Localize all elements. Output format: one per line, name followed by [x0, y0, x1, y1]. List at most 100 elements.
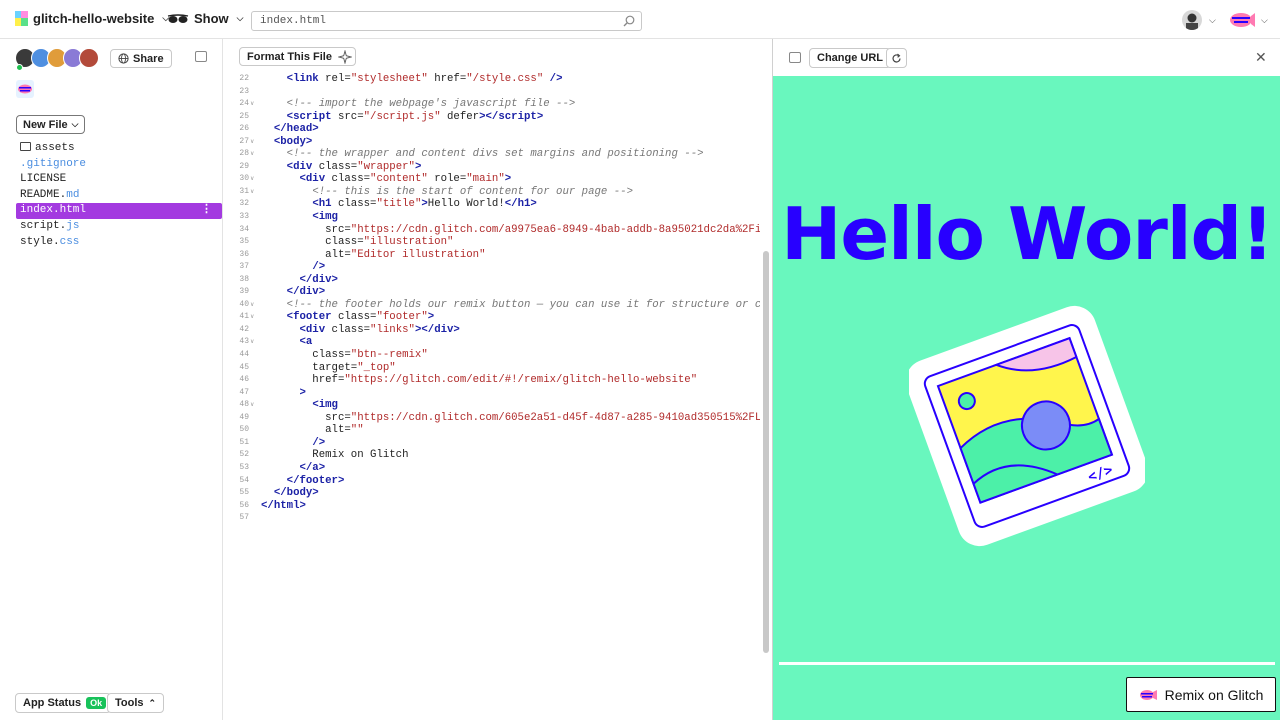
- code-line[interactable]: 38 </div>: [223, 274, 760, 287]
- fold-chevron-icon[interactable]: ∨: [250, 186, 254, 199]
- code-text: <!-- import the webpage's javascript fil…: [286, 98, 576, 111]
- code-line[interactable]: 41 ∨ <footer class="footer">: [223, 311, 760, 324]
- project-avatar[interactable]: [16, 80, 34, 98]
- code-line[interactable]: 32 <h1 class="title">Hello World!</h1>: [223, 198, 760, 211]
- line-number: 24: [239, 99, 249, 109]
- code-text: <div class="content" role="main">: [299, 173, 512, 186]
- code-line[interactable]: 51 />: [223, 437, 760, 450]
- line-number: 37: [239, 262, 249, 272]
- sparkle-icon: [337, 49, 352, 64]
- line-number: 22: [239, 74, 249, 83]
- fold-chevron-icon[interactable]: ∨: [250, 299, 254, 312]
- project-menu[interactable]: glitch-hello-website ⌵: [15, 11, 169, 26]
- code-line[interactable]: 40 ∨ <!-- the footer holds our remix butt…: [223, 299, 760, 312]
- file-item-gitignore[interactable]: .gitignore: [16, 157, 222, 173]
- change-url-label: Change URL: [817, 52, 883, 64]
- line-number: 38: [239, 274, 249, 284]
- show-label: Show: [194, 11, 229, 26]
- code-line[interactable]: 48 ∨ <img: [223, 399, 760, 412]
- sunglasses-icon: [167, 13, 189, 23]
- fold-chevron-icon[interactable]: ∨: [250, 336, 254, 349]
- glitch-fish-icon: [15, 11, 28, 26]
- file-item-style-css[interactable]: style.css: [16, 235, 222, 251]
- chevron-down-icon: ⌵: [1209, 14, 1216, 25]
- code-line[interactable]: 23: [223, 86, 760, 99]
- file-search-input[interactable]: index.html: [251, 11, 642, 31]
- code-line[interactable]: 42 <div class="links"></div>: [223, 324, 760, 337]
- line-number: 39: [239, 287, 249, 297]
- share-button[interactable]: Share: [110, 49, 172, 68]
- code-line[interactable]: 26 </head>: [223, 123, 760, 136]
- code-line[interactable]: 35 class="illustration": [223, 236, 760, 249]
- glitch-menu[interactable]: ⌵: [1229, 11, 1268, 29]
- code-line[interactable]: 24 ∨ <!-- import the webpage's javascript…: [223, 98, 760, 111]
- code-line[interactable]: 56 </html>: [223, 500, 760, 513]
- code-line[interactable]: 37 />: [223, 261, 760, 274]
- code-line[interactable]: 50 alt="": [223, 424, 760, 437]
- file-item-readme[interactable]: README.md: [16, 188, 222, 204]
- code-line[interactable]: 54 </footer>: [223, 475, 760, 488]
- fold-chevron-icon[interactable]: ∨: [250, 136, 254, 149]
- open-preview-icon[interactable]: [789, 52, 801, 63]
- fold-chevron-icon[interactable]: ∨: [250, 311, 254, 324]
- refresh-button[interactable]: [886, 48, 907, 68]
- collaborator-avatars[interactable]: [15, 48, 99, 68]
- footer-divider: [779, 662, 1275, 665]
- code-text: <!-- this is the start of content for ou…: [312, 185, 633, 198]
- file-item-license[interactable]: LICENSE: [16, 172, 222, 188]
- code-line[interactable]: 47 >: [223, 387, 760, 400]
- chevron-up-icon: ⌃: [148, 697, 157, 708]
- line-number: 47: [239, 387, 249, 397]
- code-line[interactable]: 45 target="_top": [223, 362, 760, 375]
- code-line[interactable]: 28 ∨ <!-- the wrapper and content divs se…: [223, 148, 760, 161]
- line-number: 49: [239, 412, 249, 422]
- chevron-down-icon: ⌵: [236, 13, 244, 23]
- file-item-index-html[interactable]: index.html ⋮: [16, 203, 222, 219]
- code-line[interactable]: 29 <div class="wrapper">: [223, 161, 760, 174]
- code-line[interactable]: 49 src="https://cdn.glitch.com/605e2a51-…: [223, 412, 760, 425]
- code-line[interactable]: 31 ∨ <!-- this is the start of content fo…: [223, 186, 760, 199]
- code-line[interactable]: 44 class="btn--remix": [223, 349, 760, 362]
- collapse-sidebar-icon[interactable]: [195, 51, 207, 62]
- code-line[interactable]: 39 </div>: [223, 286, 760, 299]
- fold-chevron-icon[interactable]: ∨: [250, 399, 254, 412]
- app-status-button[interactable]: App Status Ok: [15, 693, 112, 713]
- user-menu[interactable]: ⌵: [1182, 10, 1216, 30]
- code-line[interactable]: 27 ∨ <body>: [223, 136, 760, 149]
- change-url-button[interactable]: Change URL: [809, 48, 891, 68]
- code-line[interactable]: 33 <img: [223, 211, 760, 224]
- more-options-icon[interactable]: ⋮: [201, 203, 212, 219]
- code-text: alt="Editor illustration": [261, 248, 486, 261]
- code-line[interactable]: 46 href="https://glitch.com/edit/#!/remi…: [223, 374, 760, 387]
- code-line[interactable]: 53 </a>: [223, 462, 760, 475]
- code-line[interactable]: 36 alt="Editor illustration": [223, 249, 760, 262]
- code-line[interactable]: 52 Remix on Glitch: [223, 449, 760, 462]
- editor-scrollbar[interactable]: [763, 251, 769, 653]
- code-line[interactable]: 55 </body>: [223, 487, 760, 500]
- code-line[interactable]: 57: [223, 512, 760, 525]
- code-line[interactable]: 43 ∨ <a: [223, 336, 760, 349]
- show-button[interactable]: Show ⌵: [167, 11, 244, 26]
- fold-chevron-icon[interactable]: ∨: [250, 98, 254, 111]
- code-line[interactable]: 34 src="https://cdn.glitch.com/a9975ea6-…: [223, 224, 760, 237]
- tools-button[interactable]: Tools ⌃: [107, 693, 165, 713]
- code-lines[interactable]: 22 <link rel="stylesheet" href="/style.c…: [223, 73, 760, 525]
- format-file-button[interactable]: Format This File: [239, 47, 356, 66]
- fold-chevron-icon[interactable]: ∨: [250, 173, 254, 186]
- code-text: <body>: [273, 135, 313, 148]
- fold-chevron-icon[interactable]: ∨: [250, 148, 254, 161]
- new-file-button[interactable]: New File ⌵: [16, 115, 86, 134]
- file-tree: assets .gitignore LICENSE README.md inde…: [16, 141, 222, 250]
- file-name: README.: [20, 188, 67, 201]
- line-number: 31: [239, 186, 249, 196]
- close-icon[interactable]: ✕: [1255, 49, 1267, 66]
- code-line[interactable]: 30 ∨ <div class="content" role="main">: [223, 173, 760, 186]
- line-number: 28: [239, 149, 249, 159]
- code-editor[interactable]: Format This File 22 <link rel="styleshee…: [223, 39, 772, 720]
- project-name: glitch-hello-website: [33, 11, 155, 26]
- code-line[interactable]: 25 <script src="/script.js" defer></scri…: [223, 111, 760, 124]
- file-item-assets[interactable]: assets: [16, 141, 222, 157]
- code-line[interactable]: 22 <link rel="stylesheet" href="/style.c…: [223, 73, 760, 86]
- file-item-script-js[interactable]: script.js: [16, 219, 222, 235]
- remix-button[interactable]: Remix on Glitch: [1126, 677, 1276, 712]
